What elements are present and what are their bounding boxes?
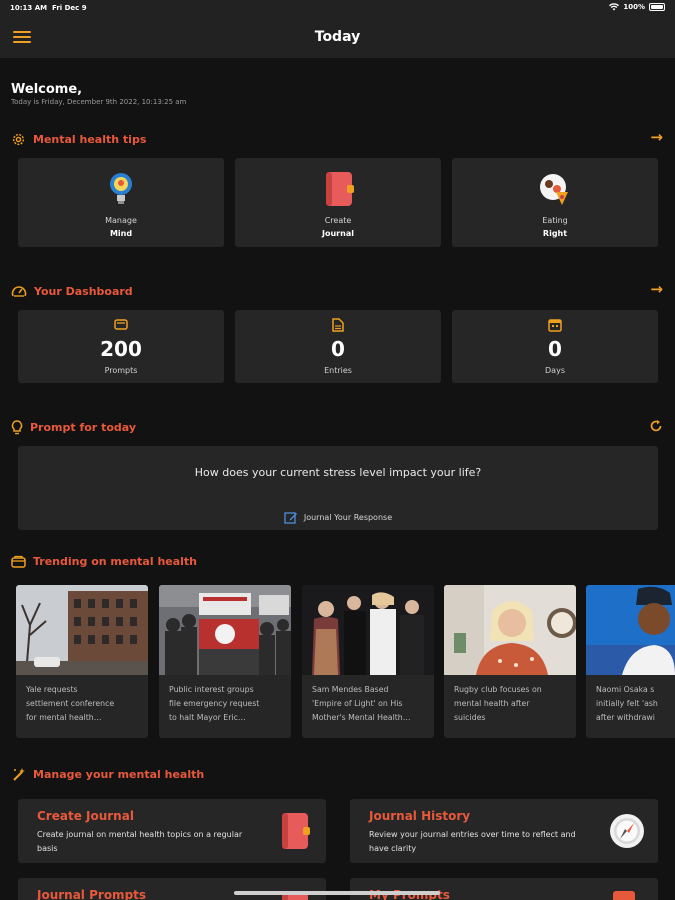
prompt-question: How does your current stress level impac… <box>194 466 482 479</box>
trending-card[interactable]: Naomi Osaka s initially felt 'ash after … <box>586 585 675 738</box>
news-icon <box>11 555 26 568</box>
battery-percent: 100% <box>623 3 645 11</box>
prompts-icon <box>114 319 128 330</box>
tips-arrow-icon[interactable]: → <box>650 128 663 146</box>
trending-header: Trending on mental health <box>11 552 197 570</box>
healthy-food-icon <box>540 174 568 205</box>
compass-icon <box>610 814 644 848</box>
journal-prompts-card[interactable]: Journal Prompts <box>18 878 326 900</box>
card-description: Review your journal entries over time to… <box>369 830 576 853</box>
card-title: Journal History <box>369 809 471 823</box>
dashboard-card-prompts[interactable]: 200 Prompts <box>18 310 224 383</box>
dashboard-card-days[interactable]: 0 Days <box>452 310 658 383</box>
dashboard-arrow-icon[interactable]: → <box>650 280 663 298</box>
refresh-icon[interactable] <box>649 419 663 433</box>
tip-line1: Manage <box>105 216 137 225</box>
prompt-header: Prompt for today <box>11 418 136 436</box>
prompt-card: How does your current stress level impac… <box>18 446 658 530</box>
calendar-icon <box>548 319 562 332</box>
prompts-icon <box>613 891 635 900</box>
lightbulb-icon <box>11 419 23 434</box>
news-photo <box>444 585 576 675</box>
trending-card[interactable]: Rugby club focuses on mental health afte… <box>444 585 576 738</box>
journal-book-icon <box>326 172 354 206</box>
journal-response-button[interactable]: Journal Your Response <box>18 511 658 524</box>
dashboard-label: Entries <box>324 366 352 375</box>
prompt-title: Prompt for today <box>30 420 137 434</box>
tip-line2: Journal <box>322 229 354 238</box>
dashboard-value: 0 <box>331 337 345 361</box>
tip-card-manage-mind[interactable]: Manage Mind <box>18 158 224 247</box>
welcome-heading: Welcome, <box>11 82 83 97</box>
news-photo <box>159 585 291 675</box>
tip-line2: Right <box>542 229 568 238</box>
dashboard-card-entries[interactable]: 0 Entries <box>235 310 441 383</box>
tip-line2: Mind <box>109 229 133 238</box>
trending-card[interactable]: Sam Mendes Based 'Empire of Light' on Hi… <box>302 585 434 738</box>
brain-bulb-icon <box>110 173 132 204</box>
home-indicator[interactable] <box>234 891 440 895</box>
card-title: Create Journal <box>37 809 134 823</box>
status-time: 10:13 AM Fri Dec 9 <box>10 4 87 12</box>
trending-title: Trending on mental health <box>33 554 198 568</box>
tip-line1: Eating <box>542 216 568 225</box>
document-icon <box>332 318 344 332</box>
news-photo <box>302 585 434 675</box>
gear-icon <box>12 133 25 145</box>
dashboard-label: Days <box>545 366 565 375</box>
dashboard-value: 0 <box>548 337 562 361</box>
news-photo <box>586 585 675 675</box>
tip-line1: Create <box>324 216 352 225</box>
trending-card[interactable]: Public interest groups file emergency re… <box>159 585 291 738</box>
tip-card-eating-right[interactable]: Eating Right <box>452 158 658 247</box>
tip-card-create-journal[interactable]: Create Journal <box>235 158 441 247</box>
journal-book-icon <box>282 813 310 849</box>
card-description: Create journal on mental health topics o… <box>37 830 243 853</box>
tips-header: Mental health tips <box>11 130 146 148</box>
manage-title: Manage your mental health <box>33 767 205 781</box>
news-caption: Naomi Osaka s initially felt 'ash after … <box>596 685 658 722</box>
journal-response-label: Journal Your Response <box>303 513 393 522</box>
my-prompts-card[interactable]: My Prompts <box>350 878 658 900</box>
card-title: Journal Prompts <box>37 888 147 900</box>
dashboard-title: Your Dashboard <box>34 284 133 298</box>
date-line: Today is Friday, December 9th 2022, 10:1… <box>11 98 187 106</box>
status-bar: 10:13 AM Fri Dec 9 100% <box>0 0 675 16</box>
dashboard-label: Prompts <box>104 366 138 375</box>
tips-title: Mental health tips <box>33 132 147 146</box>
create-journal-card[interactable]: Create Journal Create journal on mental … <box>18 799 326 863</box>
app-bar: Today <box>0 16 675 58</box>
news-caption: Yale requests settlement conference for … <box>26 685 115 722</box>
speedometer-icon <box>11 286 27 297</box>
news-caption: Public interest groups file emergency re… <box>169 685 260 722</box>
wifi-icon <box>609 3 620 11</box>
dashboard-value: 200 <box>100 337 142 361</box>
news-caption: Sam Mendes Based 'Empire of Light' on Hi… <box>312 685 411 722</box>
dashboard-header: Your Dashboard <box>11 282 133 300</box>
manage-header: Manage your mental health <box>11 765 204 783</box>
trending-card[interactable]: Yale requests settlement conference for … <box>16 585 148 738</box>
edit-icon <box>284 512 297 524</box>
news-photo <box>16 585 148 675</box>
battery-icon <box>649 3 665 11</box>
news-caption: Rugby club focuses on mental health afte… <box>454 685 542 722</box>
wand-icon <box>13 767 25 781</box>
page-title: Today <box>314 29 361 45</box>
journal-history-card[interactable]: Journal History Review your journal entr… <box>350 799 658 863</box>
